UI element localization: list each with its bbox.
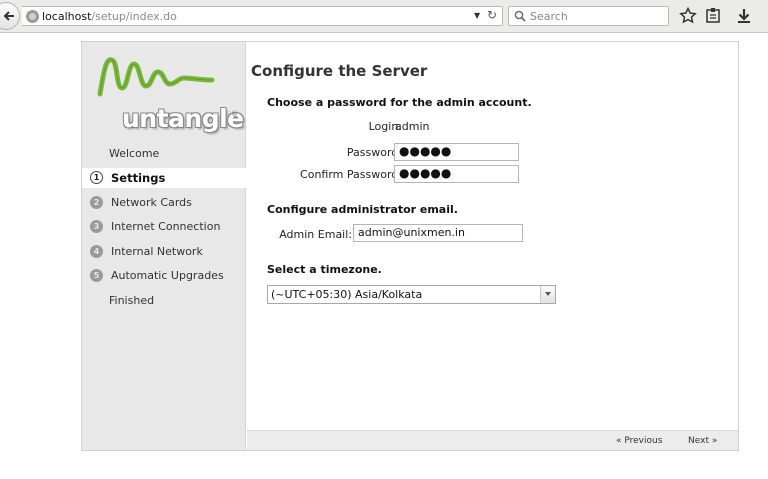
login-value: admin (395, 120, 430, 133)
timezone-selected-value: (~UTC+05:30) Asia/Kolkata (271, 288, 423, 301)
step-number-3: 3 (90, 220, 103, 233)
previous-button[interactable]: « Previous (616, 436, 662, 446)
search-icon (514, 10, 526, 22)
step-number-2: 2 (90, 196, 103, 209)
step-automatic-upgrades: 5 Automatic Upgrades (82, 266, 246, 286)
logo-wordmark: untangle (122, 104, 244, 133)
chevron-down-icon[interactable] (540, 286, 555, 303)
logo-wave-icon (97, 57, 215, 97)
admin-email-label: Admin Email: (279, 228, 352, 241)
url-text: localhost/setup/index.do (42, 10, 177, 23)
timezone-select[interactable]: (~UTC+05:30) Asia/Kolkata (267, 285, 556, 304)
download-icon[interactable] (734, 6, 754, 26)
step-welcome: Welcome (109, 147, 160, 160)
browser-toolbar: localhost/setup/index.do ▼ ↻ Search (0, 0, 768, 33)
page-title: Configure the Server (251, 62, 428, 80)
setup-wizard: untangle ® Welcome 1 Settings 2 Network … (81, 41, 739, 451)
admin-email-field[interactable]: admin@unixmen.in (353, 224, 523, 242)
reload-icon[interactable]: ↻ (487, 8, 497, 22)
step-internet-connection: 3 Internet Connection (82, 217, 246, 237)
password-field[interactable]: ●●●●● (394, 143, 519, 161)
step-number-1: 1 (90, 171, 103, 184)
back-arrow-icon (3, 11, 14, 21)
globe-icon (26, 10, 39, 23)
reading-list-icon[interactable] (703, 6, 723, 26)
bookmark-star-icon[interactable] (678, 6, 698, 26)
logo-registered-mark: ® (231, 110, 238, 118)
step-number-4: 4 (90, 245, 103, 258)
search-input[interactable]: Search (508, 6, 669, 26)
timezone-section-title: Select a timezone. (267, 263, 382, 276)
step-finished: Finished (109, 294, 155, 307)
wizard-sidebar: untangle ® Welcome 1 Settings 2 Network … (82, 42, 246, 450)
step-internal-network: 4 Internal Network (82, 242, 246, 262)
history-dropdown-icon[interactable]: ▼ (474, 11, 480, 20)
password-section-title: Choose a password for the admin account. (267, 96, 532, 109)
email-section-title: Configure administrator email. (267, 203, 458, 216)
untangle-logo: untangle ® (96, 50, 244, 133)
step-settings: 1 Settings (82, 168, 246, 188)
step-number-5: 5 (90, 269, 103, 282)
address-bar[interactable]: localhost/setup/index.do ▼ ↻ (22, 6, 503, 26)
next-button[interactable]: Next » (688, 436, 717, 446)
wizard-footer: « Previous Next » (247, 430, 738, 450)
step-network-cards: 2 Network Cards (82, 193, 246, 213)
confirm-password-label: Confirm Password: (300, 168, 402, 181)
back-button[interactable] (0, 2, 20, 30)
confirm-password-field[interactable]: ●●●●● (394, 165, 519, 183)
wizard-main: Configure the Server Choose a password f… (247, 42, 738, 450)
